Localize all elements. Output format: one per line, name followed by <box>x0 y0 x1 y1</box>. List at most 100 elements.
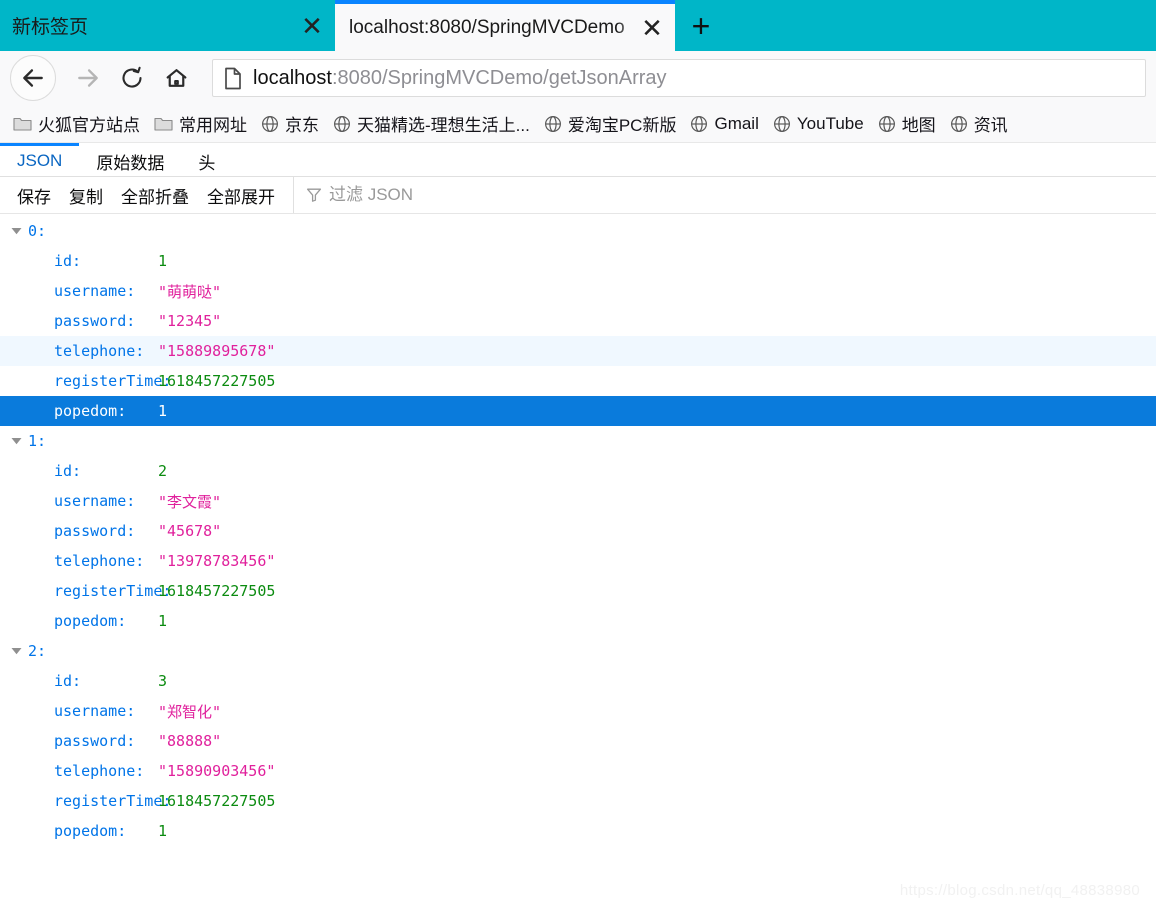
json-key: registerTime: <box>54 582 172 600</box>
globe-icon <box>773 115 791 133</box>
json-key-cell: username: <box>8 702 158 720</box>
close-icon[interactable]: ✕ <box>289 0 335 51</box>
json-index-label: 2: <box>28 642 47 660</box>
json-key: username: <box>54 492 136 510</box>
json-key-cell: id: <box>8 252 158 270</box>
json-value: 1 <box>158 822 168 840</box>
json-property-row[interactable]: id: 3 <box>0 666 1156 696</box>
close-icon[interactable]: ✕ <box>629 4 675 51</box>
json-array-index-row[interactable]: 1: <box>0 426 1156 456</box>
back-button[interactable] <box>10 55 56 101</box>
json-key: registerTime: <box>54 792 172 810</box>
json-property-row[interactable]: popedom: 1 <box>0 396 1156 426</box>
bookmark-huohu-official[interactable]: 火狐官方站点 <box>6 109 147 138</box>
json-key-cell: popedom: <box>8 402 158 420</box>
json-key: telephone: <box>54 762 145 780</box>
json-array-index-row[interactable]: 0: <box>0 216 1156 246</box>
json-value: "李文霞" <box>158 492 222 511</box>
bookmark-label: 地图 <box>901 116 936 135</box>
json-array-index-row[interactable]: 2: <box>0 636 1156 666</box>
json-filter-input[interactable] <box>329 185 589 205</box>
json-value: "88888" <box>158 732 222 750</box>
json-value: 1 <box>158 612 168 630</box>
forward-button <box>66 56 110 100</box>
collapse-all-button[interactable]: 全部折叠 <box>112 177 198 213</box>
globe-icon <box>261 115 279 133</box>
json-key: id: <box>54 252 82 270</box>
json-key-cell: telephone: <box>8 552 158 570</box>
chevron-down-icon[interactable] <box>8 227 24 235</box>
json-key-cell: telephone: <box>8 762 158 780</box>
bookmark-label: 京东 <box>285 116 319 135</box>
bookmark-youtube[interactable]: YouTube <box>766 112 871 136</box>
json-viewer-tabs: JSON 原始数据 头 <box>0 143 1156 177</box>
chevron-down-icon[interactable] <box>8 437 24 445</box>
browser-tab-springmvcdemo[interactable]: localhost:8080/SpringMVCDemo ✕ <box>335 0 675 51</box>
tab-json[interactable]: JSON <box>0 143 80 176</box>
bookmark-jd[interactable]: 京东 <box>254 109 326 138</box>
folder-icon <box>154 116 173 132</box>
json-property-row[interactable]: registerTime: 1618457227505 <box>0 576 1156 606</box>
json-property-row[interactable]: popedom: 1 <box>0 816 1156 846</box>
json-property-row[interactable]: username: "郑智化" <box>0 696 1156 726</box>
json-property-row[interactable]: password: "12345" <box>0 306 1156 336</box>
home-icon <box>164 66 189 91</box>
save-button[interactable]: 保存 <box>8 177 60 213</box>
json-property-row[interactable]: telephone: "15890903456" <box>0 756 1156 786</box>
bookmark-tmall[interactable]: 天猫精选-理想生活上... <box>326 109 537 138</box>
bookmark-maps[interactable]: 地图 <box>871 109 943 138</box>
url-bar[interactable]: localhost:8080/SpringMVCDemo/getJsonArra… <box>212 59 1146 97</box>
globe-icon <box>544 115 562 133</box>
json-value: 1618457227505 <box>158 582 276 600</box>
reload-button[interactable] <box>110 56 154 100</box>
json-property-row[interactable]: registerTime: 1618457227505 <box>0 786 1156 816</box>
json-property-row[interactable]: password: "45678" <box>0 516 1156 546</box>
json-key: id: <box>54 672 82 690</box>
folder-icon <box>13 116 32 132</box>
page-document-icon <box>223 67 243 90</box>
chevron-down-icon[interactable] <box>8 647 24 655</box>
json-value: 1 <box>158 402 168 420</box>
copy-button[interactable]: 复制 <box>60 177 112 213</box>
tab-headers[interactable]: 头 <box>181 143 232 176</box>
json-value: "45678" <box>158 522 222 540</box>
bookmark-gmail[interactable]: Gmail <box>683 112 765 136</box>
json-key-cell: id: <box>8 672 158 690</box>
json-value: 1618457227505 <box>158 792 276 810</box>
json-key: password: <box>54 522 136 540</box>
home-button[interactable] <box>154 56 198 100</box>
bookmark-news[interactable]: 资讯 <box>943 109 1015 138</box>
new-tab-button[interactable]: + <box>675 0 727 51</box>
bookmark-common-sites[interactable]: 常用网址 <box>147 109 254 138</box>
json-key: username: <box>54 282 136 300</box>
json-key: registerTime: <box>54 372 172 390</box>
expand-all-button[interactable]: 全部展开 <box>198 177 284 213</box>
json-key-cell: popedom: <box>8 822 158 840</box>
json-property-row[interactable]: password: "88888" <box>0 726 1156 756</box>
json-key: popedom: <box>54 402 127 420</box>
json-property-row[interactable]: id: 2 <box>0 456 1156 486</box>
json-filter-container[interactable] <box>293 177 1156 213</box>
json-value: "12345" <box>158 312 222 330</box>
bookmark-aitaobao[interactable]: 爱淘宝PC新版 <box>537 109 684 138</box>
json-key: popedom: <box>54 612 127 630</box>
json-property-row[interactable]: registerTime: 1618457227505 <box>0 366 1156 396</box>
tab-strip-empty-area <box>727 0 1156 51</box>
browser-tab-new-tab-page[interactable]: 新标签页 ✕ <box>0 0 335 51</box>
json-value: "15890903456" <box>158 762 276 780</box>
json-key-cell: password: <box>8 732 158 750</box>
json-property-row[interactable]: telephone: "15889895678" <box>0 336 1156 366</box>
json-property-row[interactable]: popedom: 1 <box>0 606 1156 636</box>
json-property-row[interactable]: username: "萌萌哒" <box>0 276 1156 306</box>
bookmarks-bar: 火狐官方站点 常用网址 京东 天猫精选-理想生活上... 爱淘宝PC新版 Gma… <box>0 105 1156 143</box>
json-property-row[interactable]: id: 1 <box>0 246 1156 276</box>
bookmark-label: 爱淘宝PC新版 <box>567 116 677 135</box>
globe-icon <box>878 115 896 133</box>
json-key-cell: registerTime: <box>8 582 171 600</box>
tab-raw-data[interactable]: 原始数据 <box>79 143 181 176</box>
json-key-cell: username: <box>8 492 158 510</box>
bookmark-label: 火狐官方站点 <box>38 116 140 135</box>
json-property-row[interactable]: telephone: "13978783456" <box>0 546 1156 576</box>
json-tree[interactable]: 0: id: 1 username: "萌萌哒" password: "12345" tele… <box>0 214 1156 913</box>
json-property-row[interactable]: username: "李文霞" <box>0 486 1156 516</box>
